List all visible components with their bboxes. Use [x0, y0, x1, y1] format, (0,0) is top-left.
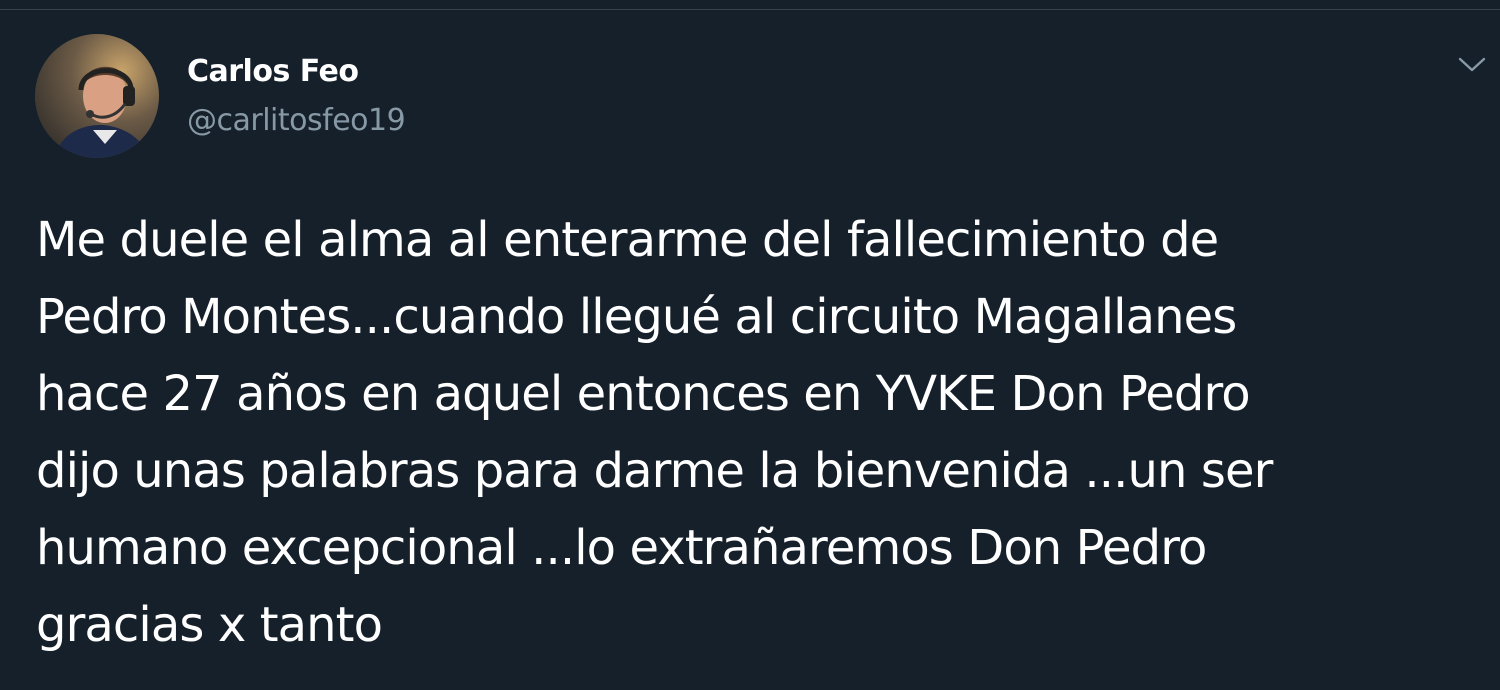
user-avatar-icon: [35, 34, 159, 158]
tweet-card[interactable]: Carlos Feo @carlitosfeo19 Me duele el al…: [0, 10, 1500, 690]
tweet-text-line: gracias x tanto: [36, 597, 383, 653]
tweet-text-line: hace 27 años en aquel entonces en YVKE D…: [36, 366, 1251, 422]
tweet-text: Me duele el alma al enterarme del fallec…: [36, 202, 1456, 664]
tweet-text-line: Me duele el alma al enterarme del fallec…: [36, 212, 1219, 268]
tweet-text-line: humano excepcional ...lo extrañaremos Do…: [36, 520, 1207, 576]
author-handle[interactable]: @carlitosfeo19: [187, 103, 406, 139]
tweet-text-line: Pedro Montes...cuando llegué al circuito…: [36, 289, 1237, 345]
avatar[interactable]: [35, 34, 159, 158]
tweet-menu-button[interactable]: [1452, 50, 1492, 80]
author-display-name[interactable]: Carlos Feo: [187, 54, 359, 90]
top-divider: [0, 0, 1500, 10]
chevron-down-icon: [1458, 57, 1486, 72]
tweet-text-line: dijo unas palabras para darme la bienven…: [36, 443, 1273, 499]
